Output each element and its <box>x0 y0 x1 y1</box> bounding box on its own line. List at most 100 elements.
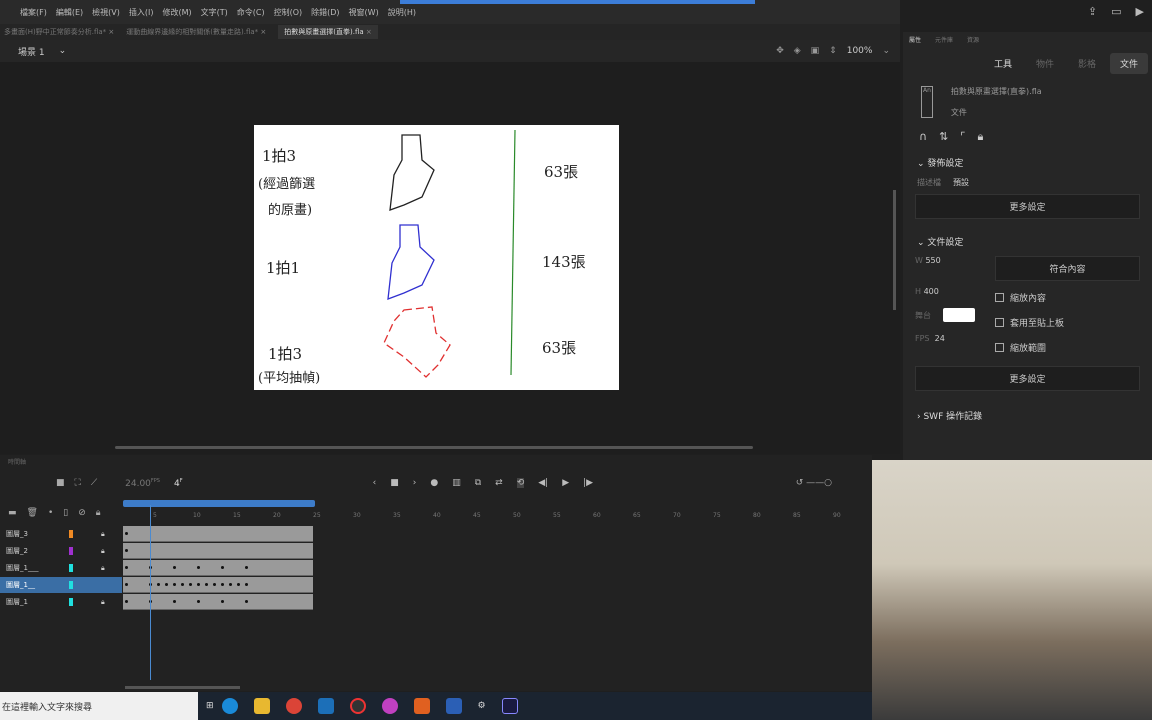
menu-item[interactable]: 插入(I) <box>129 7 154 18</box>
frame-span[interactable] <box>123 577 313 593</box>
menu-item[interactable]: 文字(T) <box>201 7 228 18</box>
frame-span[interactable] <box>123 594 313 610</box>
timeline-ruler[interactable]: 5 10 15 20 25 30 35 40 45 50 55 60 65 70 75 80 85 90 <box>123 512 872 524</box>
playback-range[interactable] <box>123 500 315 507</box>
new-folder-icon[interactable]: ▬ <box>8 508 17 518</box>
close-icon[interactable]: × <box>260 28 266 36</box>
sync-icon[interactable]: ⧉ <box>475 478 481 488</box>
keyframe[interactable] <box>181 583 184 586</box>
menu-item[interactable]: 控制(O) <box>274 7 303 18</box>
width-input[interactable]: 550 <box>925 256 940 265</box>
menu-item[interactable]: 檢視(V) <box>92 7 120 18</box>
lock-icon[interactable]: 🔒︎ <box>101 530 105 539</box>
keyframe[interactable] <box>213 583 216 586</box>
menu-item[interactable]: 編輯(E) <box>56 7 83 18</box>
scale-spans-checkbox[interactable]: 縮放範圍 <box>995 341 1140 354</box>
menu-item[interactable]: 視窗(W) <box>349 7 379 18</box>
layer-row[interactable]: 圖層_1___ 🔒︎ <box>0 560 122 576</box>
edit-multiple-icon[interactable]: ▥ <box>452 478 461 488</box>
tab-object[interactable]: 物件 <box>1026 53 1064 74</box>
step-forward-icon[interactable]: |▶ <box>583 478 593 488</box>
more-settings-button-2[interactable]: 更多設定 <box>915 366 1140 391</box>
layer-color[interactable] <box>69 564 73 572</box>
fps-readout[interactable]: 24.00 <box>125 479 151 489</box>
keyframe[interactable] <box>229 583 232 586</box>
lock-icon[interactable]: 🔒︎ <box>101 564 105 573</box>
lock-icon[interactable]: 🔒︎ <box>977 130 983 144</box>
graph-icon[interactable]: ⟋ <box>91 478 97 488</box>
swf-history[interactable]: SWF 操作記錄 <box>923 412 982 422</box>
layer-row[interactable]: 圖層_1__ <box>0 577 122 593</box>
task-view-icon[interactable]: ⊞ <box>206 701 214 711</box>
chevron-down-icon[interactable]: ⌄ <box>917 159 927 169</box>
layer-row[interactable]: 圖層_3 🔒︎ <box>0 526 122 542</box>
menu-item[interactable]: 修改(M) <box>162 7 191 18</box>
keyframe[interactable] <box>125 566 128 569</box>
lock-icon[interactable]: 🔒︎ <box>101 598 105 607</box>
frame-span[interactable] <box>123 543 313 559</box>
fit-content-button[interactable]: 符合內容 <box>995 256 1140 281</box>
keyframe[interactable] <box>197 600 200 603</box>
keyframe[interactable] <box>221 583 224 586</box>
horizontal-scrollbar[interactable] <box>115 446 753 449</box>
next-keyframe-icon[interactable]: › <box>413 478 417 488</box>
frame-span[interactable] <box>123 526 313 542</box>
layer-row[interactable]: 圖層_1 🔒︎ <box>0 594 122 610</box>
taskbar-search[interactable]: 在這裡輸入文字來搜尋 <box>0 692 198 720</box>
document-tab[interactable]: 拍數與原畫選擇(直拳).fla × <box>278 25 378 39</box>
corner-icon[interactable]: ⌜ <box>960 130 965 144</box>
layer-name[interactable]: 圖層_1__ <box>6 580 35 590</box>
chevron-down-icon[interactable]: ⌄ <box>59 46 67 56</box>
clip-icon[interactable]: ◈ <box>794 46 801 56</box>
layer-name[interactable]: 圖層_1___ <box>6 563 38 573</box>
timeline-scrollbar[interactable] <box>125 686 240 689</box>
layer-row[interactable]: 圖層_2 🔒︎ <box>0 543 122 559</box>
panel-icon[interactable]: ▭ <box>1111 5 1121 18</box>
keyframe[interactable] <box>173 600 176 603</box>
layer-color[interactable] <box>69 547 73 555</box>
keyframe[interactable] <box>237 583 240 586</box>
play-icon[interactable]: ▶ <box>1136 5 1144 18</box>
keyframe[interactable] <box>245 583 248 586</box>
apply-pasteboard-checkbox[interactable]: 套用至貼上板 <box>995 316 1140 329</box>
keyframe[interactable] <box>165 583 168 586</box>
frame-icon[interactable]: ▣ <box>811 46 820 56</box>
scale-content-checkbox[interactable]: 縮放內容 <box>995 291 1140 304</box>
playhead[interactable] <box>150 505 151 680</box>
tab-document[interactable]: 文件 <box>1109 53 1148 74</box>
menu-item[interactable]: 命令(C) <box>237 7 265 18</box>
keyframe[interactable] <box>205 583 208 586</box>
edge-icon[interactable] <box>221 698 238 714</box>
share-icon[interactable]: ⇪ <box>1088 5 1097 18</box>
keyframe[interactable] <box>157 583 160 586</box>
insert-keyframe-icon[interactable]: ■ <box>390 478 399 488</box>
vertical-scrollbar[interactable] <box>893 190 896 310</box>
layer-name[interactable]: 圖層_1 <box>6 597 28 607</box>
step-back-icon[interactable]: ◀| <box>538 478 548 488</box>
layer-color[interactable] <box>69 530 73 538</box>
close-icon[interactable]: × <box>366 28 372 36</box>
height-input[interactable]: 400 <box>924 287 939 296</box>
outline-icon[interactable]: ▯ <box>63 508 68 518</box>
camera-icon[interactable]: ■ <box>56 478 65 488</box>
align-icon[interactable]: ⇅ <box>939 130 948 144</box>
loop-active-icon[interactable]: ⟲ <box>516 478 525 488</box>
loop-icon[interactable]: ⇄ <box>495 478 503 488</box>
keyframe[interactable] <box>125 549 128 552</box>
keyframe[interactable] <box>197 583 200 586</box>
prev-keyframe-icon[interactable]: ‹ <box>373 478 377 488</box>
layer-name[interactable]: 圖層_3 <box>6 529 28 539</box>
menu-item[interactable]: 說明(H) <box>388 7 416 18</box>
frame-span[interactable] <box>123 560 313 576</box>
tab-properties[interactable]: 屬性 <box>909 35 921 44</box>
zoom-slider[interactable]: ↺ ——○ <box>796 478 832 488</box>
tab-assets[interactable]: 資源 <box>967 35 979 44</box>
fps-input[interactable]: 24 <box>935 334 945 343</box>
keyframe[interactable] <box>197 566 200 569</box>
play-icon[interactable]: ▶ <box>562 478 569 488</box>
stage-color-swatch[interactable] <box>943 308 975 322</box>
chevron-down-icon[interactable]: ⌄ <box>917 238 927 248</box>
keyframe[interactable] <box>221 566 224 569</box>
layer-name[interactable]: 圖層_2 <box>6 546 28 556</box>
tab-tools[interactable]: 工具 <box>984 53 1022 74</box>
